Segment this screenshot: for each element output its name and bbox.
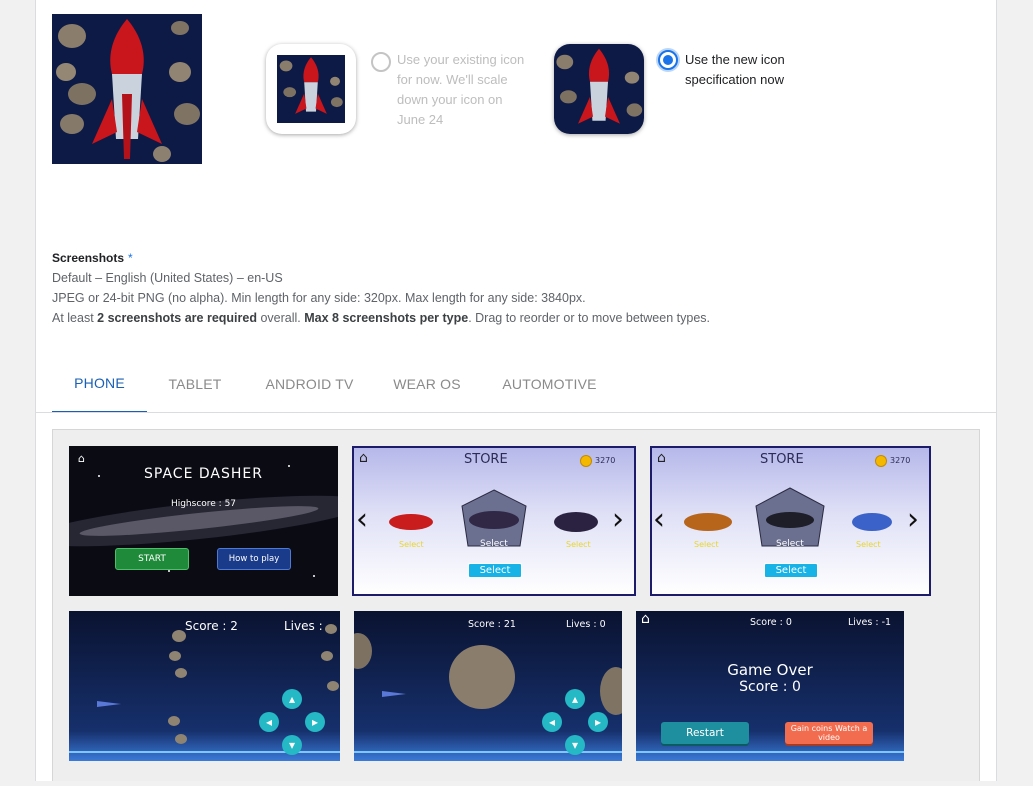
dpad-down-icon[interactable]: ▾	[282, 735, 302, 755]
store-title: STORE	[464, 452, 508, 467]
screenshot-6[interactable]: ⌂ Score : 0 Lives : -1 Game Over Score :…	[636, 611, 904, 761]
ship-label-left: Select	[694, 540, 719, 549]
radio-label-new-icon: Use the new icon specification now	[685, 52, 785, 87]
screenshot-gallery: ⌂ SPACE DASHER Highscore : 57 START How …	[52, 429, 980, 784]
lives-text: Lives : -1	[848, 617, 892, 628]
chevron-right-icon[interactable]: ›	[612, 505, 624, 535]
app-icon-small	[277, 55, 345, 123]
radio-use-new-icon[interactable]	[658, 50, 678, 70]
screenshots-requirements: At least 2 screenshots are required over…	[52, 311, 710, 325]
ship-label-center: Select	[480, 539, 508, 549]
home-icon[interactable]: ⌂	[641, 611, 650, 627]
dpad-left-icon[interactable]: ◂	[259, 712, 279, 732]
score-text: Score : 0	[750, 617, 792, 628]
dpad-left-icon[interactable]: ◂	[542, 712, 562, 732]
how-to-play-button[interactable]: How to play	[217, 548, 291, 570]
screenshot-4[interactable]: Score : 2 Lives : ▴ ◂ ▸ ▾	[69, 611, 340, 761]
radio-use-existing-icon[interactable]	[371, 52, 391, 72]
select-button[interactable]: Select	[468, 563, 522, 578]
start-button[interactable]: START	[115, 548, 189, 570]
required-mark: *	[128, 251, 133, 265]
coin-icon	[875, 455, 887, 467]
app-icon-rocket[interactable]	[52, 14, 202, 164]
chevron-left-icon[interactable]: ‹	[653, 505, 665, 535]
screenshot-3[interactable]: ⌂ STORE 3270 ‹ › Select Select Select Se…	[650, 446, 931, 596]
tab-automotive[interactable]: AUTOMOTIVE	[492, 355, 607, 413]
final-score-text: Score : 0	[739, 679, 801, 695]
watch-video-button[interactable]: Gain coins Watch a video	[785, 722, 873, 744]
home-icon[interactable]: ⌂	[359, 450, 368, 466]
dpad-down-icon[interactable]: ▾	[565, 735, 585, 755]
screenshots-format: JPEG or 24-bit PNG (no alpha). Min lengt…	[52, 291, 586, 305]
screenshot-5[interactable]: Score : 21 Lives : 0 ▴ ◂ ▸ ▾	[354, 611, 622, 761]
tab-divider	[35, 412, 997, 413]
chevron-left-icon[interactable]: ‹	[356, 505, 368, 535]
home-icon[interactable]: ⌂	[657, 450, 666, 466]
lives-text: Lives :	[284, 619, 323, 633]
app-icon-large	[554, 44, 644, 134]
store-title: STORE	[760, 452, 804, 467]
screenshots-title: Screenshots *	[52, 251, 133, 265]
legacy-icon-preview	[266, 44, 356, 134]
tab-android-tv[interactable]: ANDROID TV	[252, 355, 367, 413]
ship-label-right: Select	[856, 540, 881, 549]
restart-button[interactable]: Restart	[661, 722, 749, 744]
lives-text: Lives : 0	[566, 619, 606, 630]
coin-count: 3270	[890, 456, 911, 465]
coin-icon	[580, 455, 592, 467]
new-icon-preview	[554, 44, 644, 134]
tab-phone[interactable]: PHONE	[52, 355, 147, 413]
ship-label-left: Select	[399, 540, 424, 549]
select-button[interactable]: Select	[764, 563, 818, 578]
dpad-up-icon[interactable]: ▴	[565, 689, 585, 709]
score-text: Score : 21	[468, 619, 516, 630]
home-icon[interactable]: ⌂	[78, 452, 85, 465]
score-text: Score : 2	[185, 619, 238, 633]
screenshot-1[interactable]: ⌂ SPACE DASHER Highscore : 57 START How …	[69, 446, 338, 596]
tab-wear-os[interactable]: WEAR OS	[382, 355, 472, 413]
ship-label-right: Select	[566, 540, 591, 549]
dpad-right-icon[interactable]: ▸	[305, 712, 325, 732]
ship-label-center: Select	[776, 539, 804, 549]
bottom-edge	[0, 781, 1033, 786]
screenshot-2[interactable]: ⌂ STORE 3270 ‹ › Select Select Select Se…	[352, 446, 636, 596]
radio-label-existing-icon: Use your existing icon for now. We'll sc…	[397, 52, 525, 127]
game-title: SPACE DASHER	[144, 466, 263, 482]
dpad-right-icon[interactable]: ▸	[588, 712, 608, 732]
game-over-text: Game Over	[727, 661, 813, 679]
tab-tablet[interactable]: TABLET	[147, 355, 243, 413]
coin-count: 3270	[595, 456, 616, 465]
chevron-right-icon[interactable]: ›	[907, 505, 919, 535]
screenshots-language: Default – English (United States) – en-U…	[52, 271, 283, 285]
dpad-up-icon[interactable]: ▴	[282, 689, 302, 709]
highscore-text: Highscore : 57	[170, 499, 237, 509]
